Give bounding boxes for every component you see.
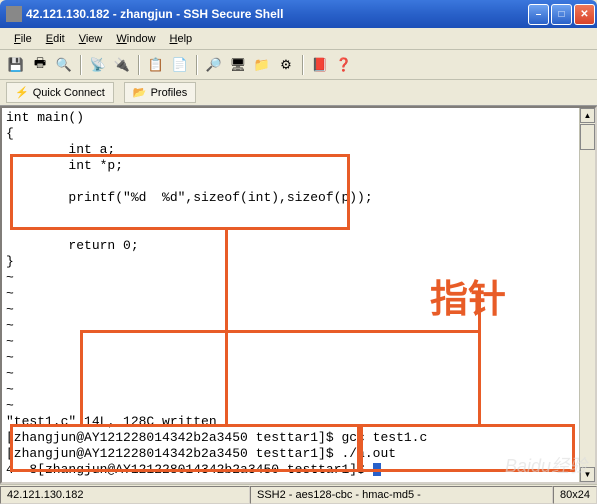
book-icon[interactable]: 📕: [310, 55, 330, 75]
status-host: 42.121.130.182: [0, 486, 250, 504]
titlebar: 42.121.130.182 - zhangjun - SSH Secure S…: [0, 0, 597, 28]
menubar: File Edit View Window Help: [0, 28, 597, 50]
menu-view[interactable]: View: [73, 31, 109, 47]
help-icon[interactable]: ❓: [334, 55, 354, 75]
menu-file[interactable]: File: [8, 31, 38, 47]
close-button[interactable]: ✕: [574, 4, 595, 25]
paste-icon[interactable]: 📄: [170, 55, 190, 75]
quick-connect-label: Quick Connect: [33, 87, 105, 99]
window-title: 42.121.130.182 - zhangjun - SSH Secure S…: [26, 7, 528, 21]
terminal-icon[interactable]: 🖥: [228, 55, 248, 75]
disconnect-icon[interactable]: 🔌: [112, 55, 132, 75]
window-controls: – □ ✕: [528, 4, 595, 25]
menu-help[interactable]: Help: [164, 31, 199, 47]
scroll-thumb[interactable]: [580, 124, 595, 150]
lightning-icon: ⚡: [15, 86, 29, 99]
terminal-area[interactable]: int main() { int a; int *p; printf("%d %…: [0, 106, 597, 484]
connection-bar: ⚡ Quick Connect 📂 Profiles: [0, 80, 597, 106]
find-icon[interactable]: 🔎: [204, 55, 224, 75]
maximize-button[interactable]: □: [551, 4, 572, 25]
separator: [302, 55, 304, 75]
quick-connect-button[interactable]: ⚡ Quick Connect: [6, 82, 114, 103]
copy-icon[interactable]: 📋: [146, 55, 166, 75]
preview-icon[interactable]: 🔍: [54, 55, 74, 75]
toolbar: 💾 🖶 🔍 📡 🔌 📋 📄 🔎 🖥 📁 ⚙ 📕 ❓: [0, 50, 597, 80]
print-icon[interactable]: 🖶: [30, 55, 50, 75]
scrollbar[interactable]: ▲ ▼: [579, 108, 595, 482]
menu-window[interactable]: Window: [110, 31, 161, 47]
connect-icon[interactable]: 📡: [88, 55, 108, 75]
separator: [196, 55, 198, 75]
cursor: [373, 463, 381, 476]
minimize-button[interactable]: –: [528, 4, 549, 25]
profiles-label: Profiles: [151, 87, 188, 99]
profiles-button[interactable]: 📂 Profiles: [124, 82, 196, 103]
separator: [138, 55, 140, 75]
menu-edit[interactable]: Edit: [40, 31, 71, 47]
settings-icon[interactable]: ⚙: [276, 55, 296, 75]
separator: [80, 55, 82, 75]
folder-icon: 📂: [133, 86, 147, 99]
status-size: 80x24: [553, 486, 597, 504]
statusbar: 42.121.130.182 SSH2 - aes128-cbc - hmac-…: [0, 484, 597, 504]
scroll-up-icon[interactable]: ▲: [580, 108, 595, 123]
save-icon[interactable]: 💾: [6, 55, 26, 75]
watermark: Baidu经验: [505, 452, 587, 478]
app-icon: [6, 6, 22, 22]
transfer-icon[interactable]: 📁: [252, 55, 272, 75]
status-cipher: SSH2 - aes128-cbc - hmac-md5 -: [250, 486, 553, 504]
terminal-content: int main() { int a; int *p; printf("%d %…: [2, 108, 595, 480]
